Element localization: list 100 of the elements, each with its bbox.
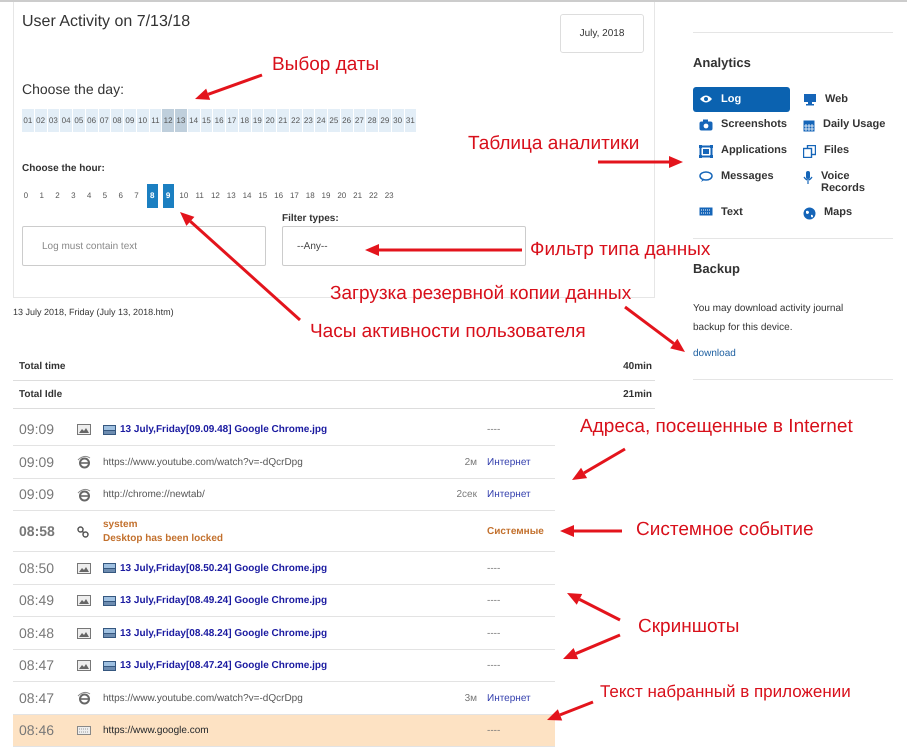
day-button[interactable]: 18 <box>238 109 250 132</box>
annotation-arrow <box>563 634 621 660</box>
microphone-icon <box>803 171 813 185</box>
hour-button[interactable]: 6 <box>112 184 129 208</box>
log-text: https://www.google.com <box>103 724 209 738</box>
day-button[interactable]: 09 <box>124 109 136 132</box>
day-button[interactable]: 27 <box>354 109 366 132</box>
log-category: ---- <box>487 562 502 576</box>
hour-button[interactable]: 17 <box>286 184 302 208</box>
hour-button[interactable]: 18 <box>302 184 318 208</box>
hour-button[interactable]: 16 <box>270 184 287 208</box>
analytics-item[interactable]: Voice Records <box>797 164 900 200</box>
image-file-icon <box>103 596 116 606</box>
day-button[interactable]: 19 <box>252 109 264 132</box>
screenshot-link[interactable]: 13 July,Friday[08.47.24] Google Chrome.jpg <box>120 658 328 674</box>
hour-button[interactable]: 21 <box>350 184 366 208</box>
hour-button[interactable]: 19 <box>318 184 334 208</box>
log-time: 09:09 <box>18 485 56 504</box>
day-button[interactable]: 04 <box>60 109 72 132</box>
hour-button[interactable]: 2 <box>50 184 66 208</box>
image-file-icon <box>103 628 116 638</box>
log-category: ---- <box>487 594 502 608</box>
hour-button[interactable]: 4 <box>81 184 97 208</box>
day-button[interactable]: 13 <box>175 109 187 132</box>
hour-button[interactable]: 12 <box>208 184 224 208</box>
day-button[interactable]: 11 <box>150 109 162 132</box>
day-button[interactable]: 05 <box>73 109 85 132</box>
analytics-item[interactable]: Daily Usage <box>797 112 900 138</box>
picture-icon <box>77 595 91 606</box>
day-button[interactable]: 17 <box>226 109 238 132</box>
analytics-item[interactable]: Text <box>693 200 790 226</box>
total-value: 21min <box>623 388 652 402</box>
log-time: 08:48 <box>18 624 56 643</box>
analytics-item[interactable]: Screenshots <box>693 112 790 138</box>
hour-button[interactable]: 20 <box>334 184 350 208</box>
analytics-item[interactable]: Log <box>693 87 790 112</box>
day-button[interactable]: 16 <box>213 109 225 132</box>
day-button[interactable]: 20 <box>264 109 276 132</box>
hour-button[interactable]: 11 <box>192 184 208 208</box>
hour-button[interactable]: 13 <box>223 184 240 208</box>
day-button[interactable]: 08 <box>111 109 123 132</box>
hour-button[interactable]: 0 <box>18 184 34 208</box>
day-button[interactable]: 03 <box>48 109 60 132</box>
hour-button[interactable]: 10 <box>176 184 192 208</box>
hour-button[interactable]: 1 <box>34 184 50 208</box>
download-link[interactable]: download <box>693 346 736 361</box>
screenshot-link[interactable]: 13 July,Friday[08.50.24] Google Chrome.jpg <box>120 560 328 576</box>
image-frame-icon <box>699 145 713 158</box>
day-button[interactable]: 25 <box>328 109 340 132</box>
calendar-icon <box>803 119 815 132</box>
day-button[interactable]: 31 <box>404 109 416 132</box>
log-time: 08:49 <box>18 591 56 610</box>
day-button[interactable]: 24 <box>315 109 327 132</box>
month-button[interactable]: July, 2018 <box>560 14 644 53</box>
annotation-label: Системное событие <box>636 519 814 541</box>
day-button[interactable]: 07 <box>98 109 110 132</box>
day-button[interactable]: 12 <box>162 109 174 132</box>
log-text: http://chrome://newtab/ <box>103 488 205 502</box>
day-button[interactable]: 29 <box>379 109 391 132</box>
text-filter-field[interactable]: Log must contain text <box>22 226 266 266</box>
screenshot-link[interactable]: 13 July,Friday[09.09.48] Google Chrome.jpg <box>120 422 328 438</box>
analytics-item[interactable]: Files <box>797 138 900 164</box>
day-button[interactable]: 21 <box>277 109 289 132</box>
annotation-arrow <box>624 306 685 352</box>
day-button[interactable]: 15 <box>200 109 212 132</box>
day-button[interactable]: 10 <box>136 109 148 132</box>
log-time: 08:47 <box>18 688 56 708</box>
hour-button[interactable]: 22 <box>366 184 382 208</box>
hour-button[interactable]: 8 <box>146 184 158 208</box>
hour-button[interactable]: 5 <box>96 184 113 208</box>
day-button[interactable]: 30 <box>392 109 404 132</box>
screenshot-link[interactable]: 13 July,Friday[08.48.24] Google Chrome.jpg <box>120 626 328 641</box>
day-button[interactable]: 26 <box>340 109 352 132</box>
hour-button[interactable]: 7 <box>128 184 144 208</box>
annotation-label: Фильтр типа данных <box>530 239 710 261</box>
analytics-item[interactable]: Applications <box>693 138 790 164</box>
day-button[interactable]: 23 <box>302 109 314 132</box>
day-button[interactable]: 22 <box>290 109 302 132</box>
log-time: 08:47 <box>18 656 56 676</box>
day-button[interactable]: 28 <box>366 109 378 132</box>
day-button[interactable]: 01 <box>22 109 34 132</box>
hour-label: Choose the hour: <box>22 162 105 176</box>
hour-button[interactable]: 15 <box>254 184 271 208</box>
hour-button[interactable]: 23 <box>381 184 398 208</box>
day-button[interactable]: 02 <box>34 109 46 132</box>
log-category: Системные <box>487 525 545 539</box>
analytics-item[interactable]: Web <box>797 87 900 112</box>
hour-button[interactable]: 14 <box>239 184 255 208</box>
type-filter-select[interactable]: --Any-- <box>282 226 526 266</box>
analytics-item[interactable]: Messages <box>693 164 790 200</box>
globe-icon <box>803 207 816 220</box>
hour-button[interactable]: 9 <box>162 184 174 208</box>
hour-button[interactable]: 3 <box>65 184 82 208</box>
log-category: Интернет <box>487 488 532 502</box>
analytics-item[interactable]: Maps <box>797 200 900 226</box>
annotation-label: Текст набранный в приложении <box>600 681 851 703</box>
log-category: Интернет <box>487 456 532 470</box>
day-button[interactable]: 14 <box>188 109 200 132</box>
screenshot-link[interactable]: 13 July,Friday[08.49.24] Google Chrome.jpg <box>120 593 328 608</box>
day-button[interactable]: 06 <box>86 109 98 132</box>
